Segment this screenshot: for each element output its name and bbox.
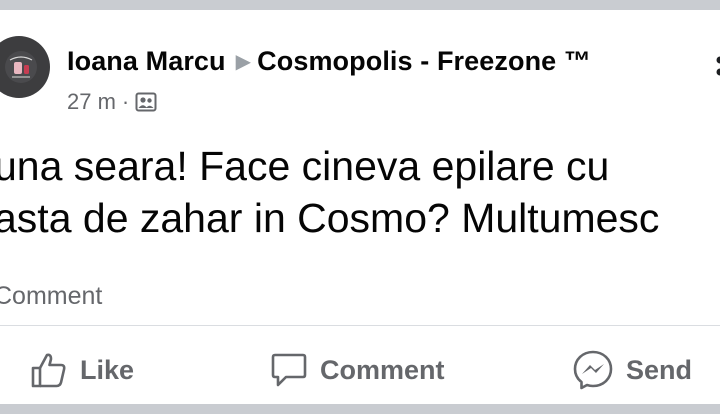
avatar[interactable]	[0, 36, 50, 98]
messenger-send-icon	[573, 350, 613, 390]
send-button[interactable]: Send	[572, 348, 692, 392]
more-options-icon[interactable]	[710, 50, 720, 90]
post-text-line: una seara! Face cineva epilare cu	[0, 143, 610, 189]
author-name[interactable]: Ioana Marcu	[67, 46, 226, 76]
comment-label: Comment	[320, 354, 445, 385]
post-text-line: asta de zahar in Cosmo? Multumesc	[0, 195, 660, 241]
like-icon	[31, 353, 66, 388]
post-card: Ioana Marcu ▶ Cosmopolis - Freezone ™ 27 m…	[0, 10, 720, 404]
group-audience-icon	[135, 92, 157, 112]
comment-button[interactable]: Comment	[270, 348, 445, 392]
post-body: una seara! Face cineva epilare cu asta d…	[0, 140, 720, 244]
post-timestamp[interactable]: 27 m	[67, 89, 116, 115]
divider	[0, 325, 720, 326]
meta-separator: ·	[121, 89, 130, 114]
comment-icon	[271, 353, 307, 387]
comment-count[interactable]: Comment	[0, 282, 102, 311]
post-header: Ioana Marcu ▶ Cosmopolis - Freezone ™	[67, 46, 591, 77]
group-name[interactable]: Cosmopolis - Freezone ™	[257, 46, 591, 76]
like-button[interactable]: Like	[30, 348, 134, 392]
send-label: Send	[626, 354, 693, 385]
post-meta: 27 m ·	[67, 89, 157, 115]
group-arrow-icon: ▶	[235, 51, 252, 73]
like-label: Like	[80, 354, 135, 385]
avatar-logo-icon	[5, 51, 37, 83]
